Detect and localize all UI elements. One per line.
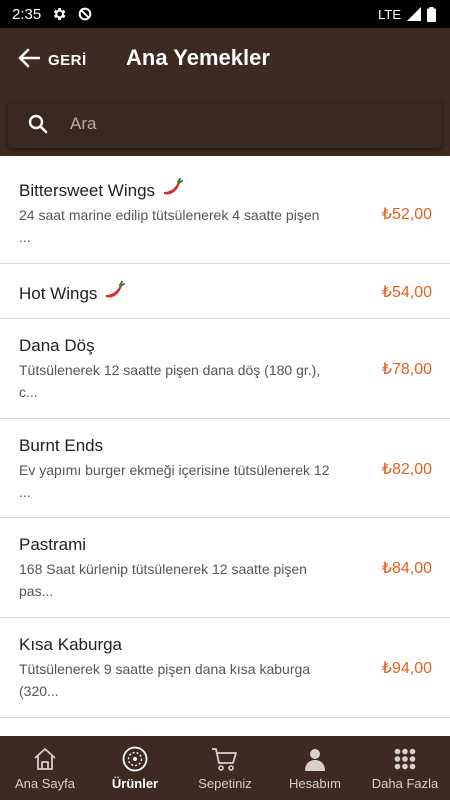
nav-item-home[interactable]: Ana Sayfa (0, 736, 90, 800)
item-name: Hot Wings (19, 283, 98, 303)
nav-item-account[interactable]: Hesabım (270, 736, 360, 800)
signal-icon (407, 7, 421, 21)
item-description: Tütsülenerek 9 saatte pişen dana kısa ka… (19, 661, 311, 699)
header-row: GERİ Ana Yemekler (0, 28, 450, 92)
network-label: LTE (378, 6, 401, 22)
item-price: ₺82,00 (381, 461, 432, 478)
nav-label: Sepetiniz (198, 776, 252, 791)
page-title: Ana Yemekler (126, 45, 270, 70)
nav-item-products[interactable]: Ürünler (90, 736, 180, 800)
item-price: ₺54,00 (381, 284, 432, 301)
item-description: 24 saat marine edilip tütsülenerek 4 saa… (19, 207, 320, 245)
bottom-navigation: Ana Sayfa Ürünler Sepetiniz Hesabım Daha… (0, 736, 450, 800)
nav-item-more[interactable]: Daha Fazla (360, 736, 450, 800)
item-name: Burnt Ends (19, 436, 104, 455)
menu-item-burnt-ends[interactable]: Burnt Ends Ev yapımı burger ekmeği içeri… (0, 419, 450, 518)
item-name: Bittersweet Wings (19, 180, 156, 200)
item-description: 168 Saat kürlenip tütsülenerek 12 saatte… (19, 561, 307, 599)
menu-item-bittersweet-wings[interactable]: Bittersweet Wings 24 saat marine edilip … (0, 156, 450, 264)
search-box[interactable] (8, 100, 442, 148)
item-description: Tütsülenerek 12 saatte pişen dana döş (1… (19, 362, 321, 400)
item-name: Pastrami (19, 535, 87, 554)
item-name-row: Dana Döş (19, 336, 95, 356)
cart-icon (211, 746, 239, 772)
battery-icon (427, 6, 436, 22)
status-right: LTE (378, 6, 436, 22)
back-label: GERİ (48, 51, 87, 69)
item-price: ₺52,00 (381, 206, 432, 223)
item-name-row: Bittersweet Wings (19, 178, 184, 203)
status-bar: 2:35 LTE (0, 0, 450, 28)
app-header: GERİ Ana Yemekler (0, 28, 450, 156)
item-price: ₺84,00 (381, 560, 432, 577)
item-name-row: Burnt Ends (19, 436, 103, 456)
back-button[interactable]: GERİ (18, 46, 87, 74)
chili-pepper-icon (103, 281, 126, 306)
search-icon (28, 114, 48, 134)
arrow-left-icon (18, 48, 41, 73)
status-time: 2:35 (12, 5, 42, 23)
settings-gear-icon (51, 6, 67, 22)
home-icon (32, 746, 58, 772)
menu-item-pastrami[interactable]: Pastrami 168 Saat kürlenip tütsülenerek … (0, 518, 450, 618)
status-left: 2:35 (12, 6, 93, 23)
data-saver-icon (77, 6, 93, 22)
menu-item-kisa-kaburga[interactable]: Kısa Kaburga Tütsülenerek 9 saatte pişen… (0, 618, 450, 718)
grid-dots-icon (394, 746, 416, 772)
nav-label: Ana Sayfa (15, 776, 75, 791)
menu-item-hot-wings[interactable]: Hot Wings ₺54,00 (0, 264, 450, 319)
item-description: Ev yapımı burger ekmeği içerisine tütsül… (19, 462, 330, 500)
menu-item-dana-dos[interactable]: Dana Döş Tütsülenerek 12 saatte pişen da… (0, 319, 450, 419)
nav-label: Daha Fazla (371, 776, 439, 791)
item-name-row: Kısa Kaburga (19, 635, 122, 655)
nav-label: Hesabım (288, 776, 342, 791)
item-price: ₺78,00 (381, 361, 432, 378)
chili-pepper-icon (161, 178, 184, 203)
menu-list: Bittersweet Wings 24 saat marine edilip … (0, 156, 450, 736)
menu-plate-icon (122, 746, 148, 772)
nav-item-cart[interactable]: Sepetiniz (180, 736, 270, 800)
item-name: Kısa Kaburga (19, 635, 123, 654)
item-name-row: Hot Wings (19, 281, 126, 306)
user-icon (303, 746, 327, 772)
item-name-row: Pastrami (19, 535, 86, 555)
item-price: ₺94,00 (381, 660, 432, 677)
nav-label: Ürünler (111, 776, 159, 791)
search-input[interactable] (70, 108, 400, 140)
item-name: Dana Döş (19, 336, 95, 355)
